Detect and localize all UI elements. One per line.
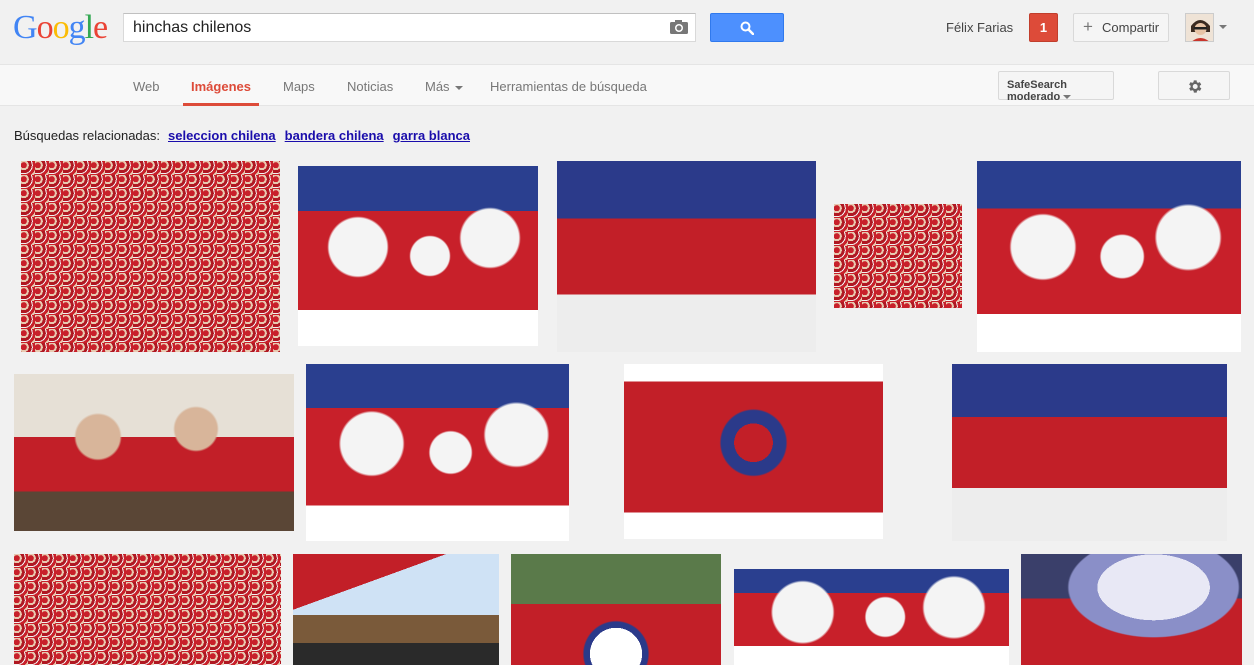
search-tools-bar: Web Imágenes Maps Noticias Más Herramien… bbox=[0, 64, 1254, 106]
settings-button[interactable] bbox=[1158, 71, 1230, 100]
search-input[interactable] bbox=[133, 18, 653, 38]
tab-web[interactable]: Web bbox=[133, 79, 160, 94]
image-result[interactable] bbox=[557, 161, 816, 352]
search-button[interactable] bbox=[710, 13, 784, 42]
related-searches: Búsquedas relacionadas: seleccion chilena… bbox=[14, 128, 470, 143]
user-name[interactable]: Félix Farias bbox=[946, 20, 1013, 35]
avatar-image bbox=[1186, 14, 1213, 41]
related-link-bandera-chilena[interactable]: bandera chilena bbox=[285, 128, 384, 143]
tab-more[interactable]: Más bbox=[425, 79, 463, 94]
share-label: Compartir bbox=[1102, 20, 1160, 35]
tab-maps[interactable]: Maps bbox=[283, 79, 315, 94]
related-searches-label: Búsquedas relacionadas: bbox=[14, 128, 160, 143]
search-tools-button[interactable]: Herramientas de búsqueda bbox=[490, 79, 647, 94]
image-result[interactable] bbox=[293, 554, 499, 665]
tab-more-label: Más bbox=[425, 79, 450, 94]
image-result[interactable] bbox=[14, 374, 294, 531]
plus-icon: + bbox=[1083, 17, 1093, 36]
image-result[interactable] bbox=[834, 204, 962, 308]
safesearch-label: SafeSearch moderado bbox=[1007, 79, 1067, 103]
image-result[interactable] bbox=[298, 166, 538, 346]
top-bar: Google Félix Farias 1 + Compartir bbox=[0, 0, 1254, 64]
search-box[interactable] bbox=[123, 13, 696, 42]
image-result[interactable] bbox=[306, 364, 569, 541]
notification-badge[interactable]: 1 bbox=[1029, 13, 1058, 42]
image-result[interactable] bbox=[734, 569, 1009, 665]
tab-news[interactable]: Noticias bbox=[347, 79, 393, 94]
related-link-seleccion-chilena[interactable]: seleccion chilena bbox=[168, 128, 276, 143]
search-icon bbox=[740, 21, 754, 35]
google-logo[interactable]: Google bbox=[13, 11, 108, 45]
tab-images[interactable]: Imágenes bbox=[191, 79, 251, 94]
gear-icon bbox=[1189, 80, 1202, 93]
safesearch-dropdown[interactable]: SafeSearch moderado bbox=[998, 71, 1114, 103]
avatar[interactable] bbox=[1185, 13, 1214, 42]
image-result[interactable] bbox=[14, 554, 281, 665]
camera-icon[interactable] bbox=[670, 20, 688, 34]
chevron-down-icon[interactable] bbox=[1219, 25, 1227, 29]
active-tab-indicator bbox=[183, 103, 259, 106]
image-result[interactable] bbox=[511, 554, 721, 665]
chevron-down-icon bbox=[454, 85, 463, 90]
related-link-garra-blanca[interactable]: garra blanca bbox=[393, 128, 470, 143]
share-button[interactable]: + Compartir bbox=[1073, 13, 1169, 42]
image-result[interactable] bbox=[952, 364, 1227, 541]
image-result[interactable] bbox=[1021, 554, 1242, 665]
image-result[interactable] bbox=[624, 364, 883, 539]
image-result[interactable] bbox=[21, 161, 280, 352]
chevron-down-icon bbox=[1063, 95, 1072, 100]
image-result[interactable] bbox=[977, 161, 1241, 352]
